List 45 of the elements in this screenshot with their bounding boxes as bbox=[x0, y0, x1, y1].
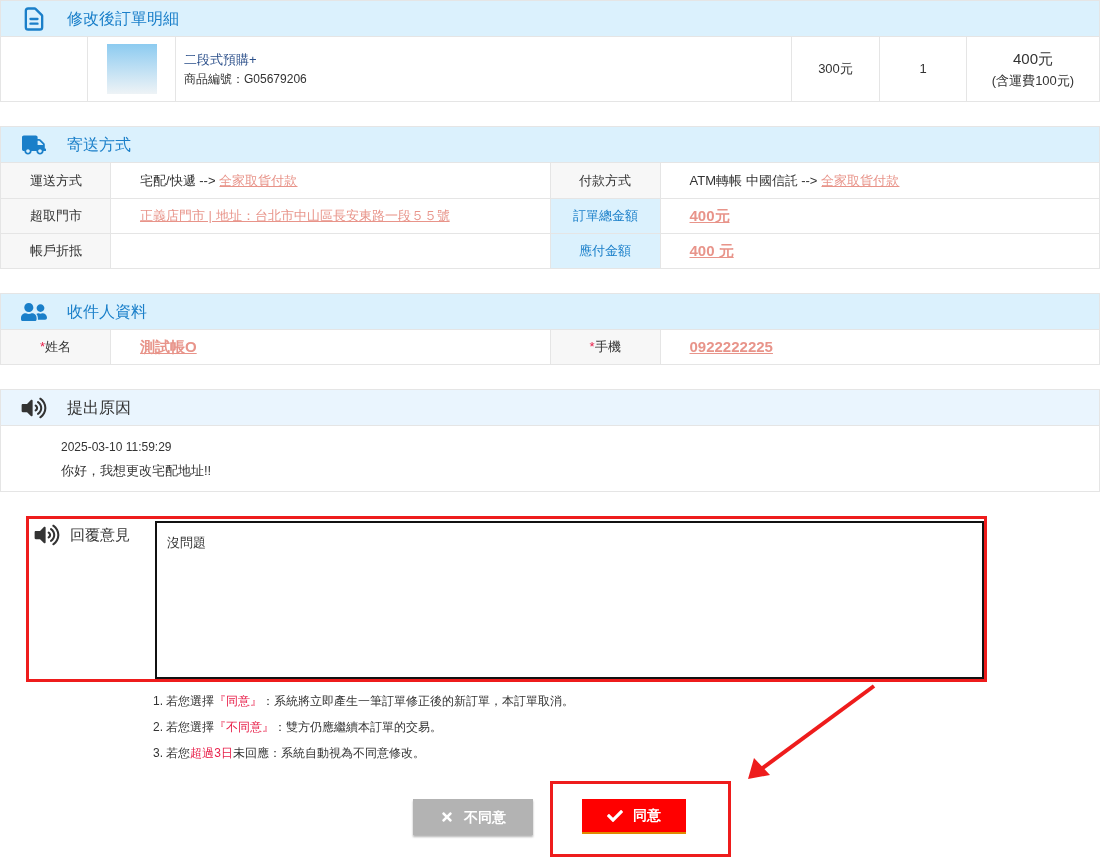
value-text: ATM轉帳 中國信託 --> bbox=[689, 171, 818, 190]
value-text: 宅配/快遞 --> bbox=[140, 171, 216, 190]
speaker-icon bbox=[21, 396, 47, 419]
field-label: 姓名 bbox=[45, 338, 72, 357]
reason-timestamp: 2025-03-10 11:59:29 bbox=[61, 439, 173, 456]
amount-link[interactable]: 400元 bbox=[689, 204, 730, 228]
section-title: 寄送方式 bbox=[67, 134, 131, 155]
section-title: 收件人資料 bbox=[67, 301, 147, 322]
product-code: 商品編號：G05679206 bbox=[184, 70, 308, 88]
section-title: 提出原因 bbox=[67, 397, 131, 418]
amount-link[interactable]: 0922222225 bbox=[689, 335, 773, 359]
product-name[interactable]: 二段式預購+ bbox=[184, 50, 791, 70]
price-cell: 300元 bbox=[792, 37, 880, 101]
product-photo-placeholder bbox=[106, 44, 157, 94]
value-link[interactable]: 全家取貨付款 bbox=[821, 170, 900, 191]
disagree-button[interactable]: 不同意 bbox=[413, 799, 533, 835]
speaker-icon bbox=[34, 524, 60, 546]
note-text: 1. 若您選擇『同意』：系統將立即產生一筆訂單修正後的新訂單，本訂單取消。 bbox=[153, 693, 575, 710]
reason-message: 你好，我想更改宅配地址!! bbox=[61, 462, 213, 480]
check-icon bbox=[607, 807, 623, 824]
people-icon bbox=[21, 300, 47, 323]
close-icon bbox=[440, 810, 454, 824]
required-mark: * bbox=[39, 338, 46, 357]
label-cell: 應付金額 bbox=[550, 234, 661, 268]
label-cell: 付款方式 bbox=[550, 163, 661, 198]
note-text: 2. 若您選擇『不同意』：雙方仍應繼續本訂單的交易。 bbox=[153, 719, 443, 736]
field-label: 手機 bbox=[594, 338, 621, 357]
value-link[interactable]: 全家取貨付款 bbox=[219, 170, 298, 191]
label-cell: 帳戶折抵 bbox=[1, 234, 111, 268]
quantity-cell: 1 bbox=[880, 37, 967, 101]
truck-icon bbox=[22, 134, 46, 155]
required-mark: * bbox=[589, 338, 595, 357]
label-cell: 超取門市 bbox=[1, 199, 111, 233]
note-text: 3. 若您超過3日未回應：系統自動視為不同意修改。 bbox=[153, 745, 426, 762]
value-link[interactable]: 正義店門市 | 地址：台北市中山區長安東路一段５５號 bbox=[140, 206, 450, 226]
agree-button[interactable]: 同意 bbox=[582, 799, 686, 834]
section-title: 修改後訂單明細 bbox=[67, 8, 179, 29]
label-cell: 運送方式 bbox=[1, 163, 111, 198]
amount-link[interactable]: 測試帳O bbox=[140, 335, 197, 359]
subtotal-text: 400元 bbox=[1013, 49, 1053, 69]
amount-link[interactable]: 400 元 bbox=[689, 239, 734, 263]
reply-label: 回覆意見 bbox=[70, 525, 130, 545]
reply-field[interactable]: 沒問題 bbox=[155, 521, 984, 679]
label-cell: 訂單總金額 bbox=[550, 199, 661, 233]
shipping-fee-note: (含運費100元) bbox=[991, 71, 1075, 90]
